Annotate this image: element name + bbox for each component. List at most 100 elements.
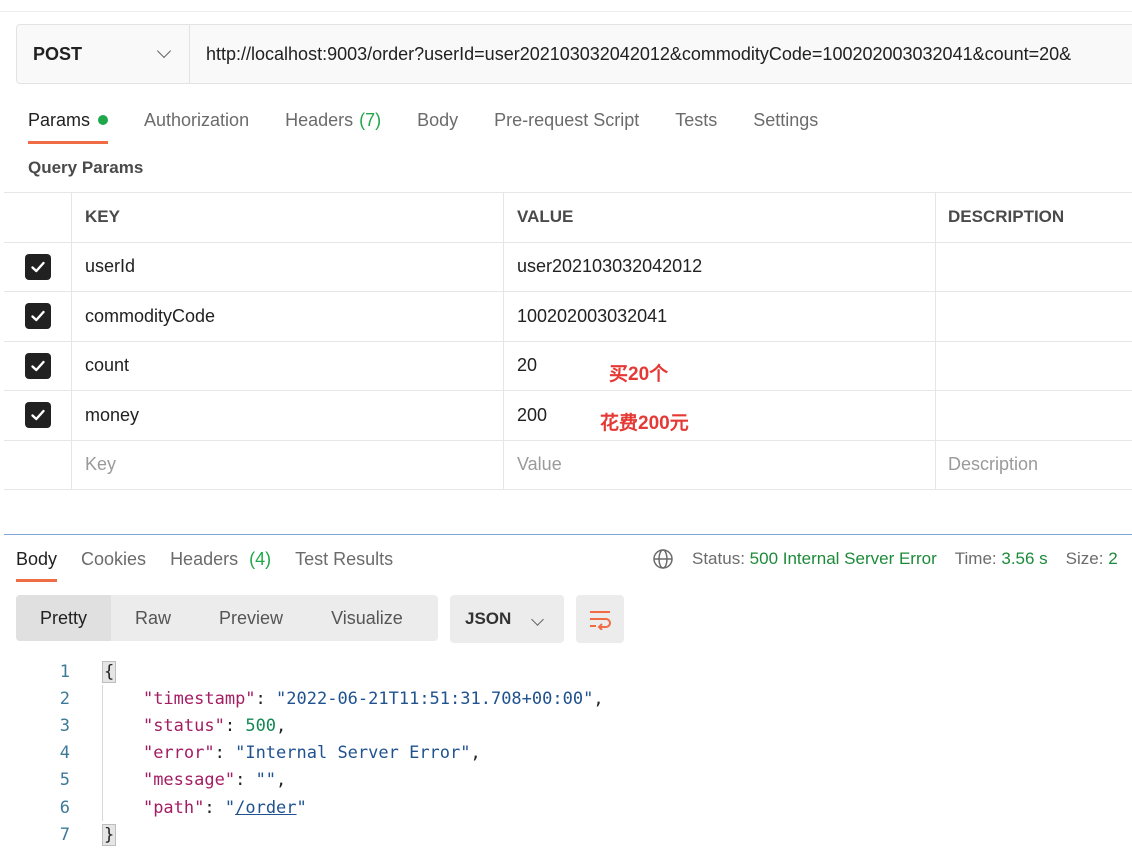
tab-response-headers[interactable]: Headers (4) xyxy=(170,546,271,582)
row-checkbox-cell xyxy=(4,341,72,390)
response-status-bar: Status: 500 Internal Server Error Time: … xyxy=(652,546,1118,572)
close-brace: } xyxy=(102,823,117,846)
response-body-code[interactable]: 1 { 2 "timestamp": "2022-06-21T11:51:31.… xyxy=(0,658,604,848)
tab-pre-request-script-label: Pre-request Script xyxy=(494,110,640,130)
tab-test-results-label: Test Results xyxy=(295,549,394,569)
tab-cookies[interactable]: Cookies xyxy=(81,546,146,582)
checkbox-checked-icon[interactable] xyxy=(24,253,51,280)
param-value-cell[interactable]: user202103032042012 xyxy=(504,242,936,291)
tab-cookies-label: Cookies xyxy=(81,549,147,569)
param-key-cell[interactable]: commodityCode xyxy=(72,292,504,341)
column-header-key: KEY xyxy=(72,193,504,242)
code-text: "message": "", xyxy=(142,770,287,791)
chevron-down-icon xyxy=(531,613,544,626)
view-mode-preview[interactable]: Preview xyxy=(195,595,307,641)
json-key: "status" xyxy=(142,715,225,736)
table-row: money 200 花费200元 xyxy=(4,391,1132,441)
row-checkbox-cell xyxy=(4,242,72,291)
wrap-lines-button[interactable] xyxy=(576,595,624,643)
tab-pre-request-script[interactable]: Pre-request Script xyxy=(494,106,639,142)
format-select[interactable]: JSON xyxy=(450,595,564,643)
tab-response-headers-count: (4) xyxy=(249,549,272,569)
tab-tests-label: Tests xyxy=(675,110,718,130)
param-description-cell[interactable] xyxy=(936,342,1132,391)
status-label: Status: xyxy=(692,549,745,568)
code-text: "path": "/order" xyxy=(142,797,307,818)
new-key-input[interactable]: Key xyxy=(72,440,504,489)
time-value[interactable]: 3.56 s xyxy=(1001,549,1047,569)
code-line: 3 "status": 500, xyxy=(0,712,286,740)
tab-settings[interactable]: Settings xyxy=(753,106,818,142)
wrap-lines-icon xyxy=(590,611,611,630)
code-line: 4 "error": "Internal Server Error", xyxy=(0,739,481,767)
line-number: 2 xyxy=(59,688,70,709)
param-value-cell[interactable]: 100202003032041 xyxy=(504,292,936,341)
code-line: 5 "message": "", xyxy=(0,766,286,794)
size-value[interactable]: 2 xyxy=(1108,549,1117,569)
tab-params[interactable]: Params xyxy=(28,106,109,144)
param-description-cell[interactable] xyxy=(936,391,1132,440)
param-key-cell[interactable]: count xyxy=(72,341,504,390)
method-label: POST xyxy=(33,43,83,64)
path-link[interactable]: /order xyxy=(235,798,296,818)
money-annotation: 花费200元 xyxy=(600,413,689,434)
url-input[interactable]: http://localhost:9003/order?userId=user2… xyxy=(190,44,1132,65)
param-value-text: 200 xyxy=(517,404,548,425)
json-value: "Internal Server Error" xyxy=(235,743,471,764)
new-value-input[interactable]: Value xyxy=(504,440,936,489)
checkbox-checked-icon[interactable] xyxy=(24,352,51,379)
code-text: "timestamp": "2022-06-21T11:51:31.708+00… xyxy=(142,688,604,709)
checkbox-checked-icon[interactable] xyxy=(24,402,51,429)
tab-response-headers-label: Headers xyxy=(170,549,239,569)
row-checkbox-cell xyxy=(4,391,72,440)
chevron-down-icon xyxy=(156,43,172,59)
column-header-value: VALUE xyxy=(504,193,936,242)
line-number: 3 xyxy=(59,715,70,736)
open-brace: { xyxy=(102,660,117,683)
param-description-cell[interactable] xyxy=(936,243,1132,292)
view-mode-visualize[interactable]: Visualize xyxy=(307,595,427,641)
tab-test-results[interactable]: Test Results xyxy=(295,546,393,582)
tab-authorization[interactable]: Authorization xyxy=(144,106,249,142)
tab-tests[interactable]: Tests xyxy=(675,106,717,142)
query-params-title: Query Params xyxy=(28,158,144,177)
view-mode-pretty[interactable]: Pretty xyxy=(16,595,112,641)
param-value-text: 20 xyxy=(517,355,538,376)
size-label: Size: xyxy=(1065,549,1104,568)
tab-body-label: Body xyxy=(417,110,459,130)
param-key-cell[interactable]: money xyxy=(72,391,504,440)
table-row: userId user202103032042012 xyxy=(4,242,1132,292)
json-value: "2022-06-21T11:51:31.708+00:00" xyxy=(276,688,594,709)
param-key-cell[interactable]: userId xyxy=(72,242,504,291)
code-text: "error": "Internal Server Error", xyxy=(142,743,481,764)
tab-body[interactable]: Body xyxy=(417,106,458,142)
row-checkbox-cell xyxy=(4,440,72,489)
new-description-input[interactable]: Description xyxy=(936,441,1132,490)
json-value: 500 xyxy=(245,715,277,736)
param-description-cell[interactable] xyxy=(936,292,1132,341)
method-select[interactable]: POST xyxy=(17,25,190,83)
param-value-cell[interactable]: 200 花费200元 xyxy=(504,391,936,440)
view-mode-raw[interactable]: Raw xyxy=(111,595,195,641)
code-text: { xyxy=(102,660,117,683)
table-row: commodityCode 100202003032041 xyxy=(4,292,1132,342)
code-line: 1 { xyxy=(0,658,117,685)
globe-icon[interactable] xyxy=(652,548,674,570)
checkbox-checked-icon[interactable] xyxy=(24,303,51,330)
tab-headers[interactable]: Headers (7) xyxy=(285,106,381,142)
view-mode-switcher: Pretty Raw Preview Visualize xyxy=(16,595,438,641)
param-value-cell[interactable]: 20 买20个 xyxy=(504,341,936,390)
json-key: "timestamp" xyxy=(142,688,256,709)
time-label: Time: xyxy=(954,549,997,568)
line-number: 5 xyxy=(59,770,70,791)
row-checkbox-cell xyxy=(4,292,72,341)
table-header-row: KEY VALUE DESCRIPTION xyxy=(4,193,1132,243)
line-number: 6 xyxy=(59,797,70,818)
json-key: "path" xyxy=(142,797,205,818)
status-value[interactable]: 500 Internal Server Error xyxy=(750,549,937,569)
tab-response-body[interactable]: Body xyxy=(16,546,58,582)
table-row: count 20 买20个 xyxy=(4,341,1132,391)
pane-divider[interactable] xyxy=(4,534,1132,535)
line-number: 4 xyxy=(59,743,70,764)
code-line: 7 } xyxy=(0,821,117,848)
